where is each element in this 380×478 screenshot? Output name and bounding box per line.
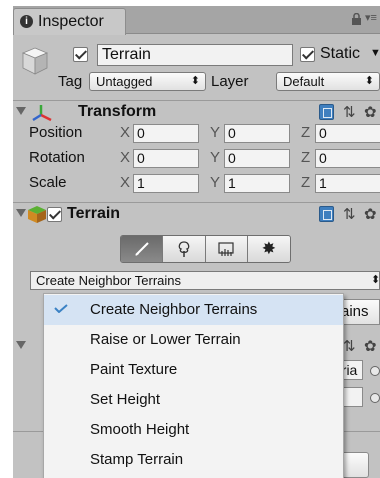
terrain-header[interactable]: Terrain ⇅ ✿ [13,202,380,226]
menu-item-label: Paint Texture [90,361,178,378]
axis-x-label: X [120,174,131,191]
tag-value: Untagged [96,74,153,89]
static-dropdown-icon[interactable]: ▼ [370,47,380,59]
object-picker-icon[interactable] [370,393,380,403]
axis-x-label: X [120,124,131,141]
axis-z-label: Z [301,149,311,166]
menu-item-label: Set Height [90,391,161,408]
foldout-arrow-icon[interactable] [16,209,26,217]
position-y-field[interactable]: 0 [224,124,290,143]
dropdown-arrow-icon: ⬍ [371,274,380,286]
menu-item[interactable]: Stamp Terrain [44,445,343,475]
field-value: 0 [319,150,327,166]
rotation-label: Rotation [29,149,85,166]
gameobject-cube-icon [21,47,49,75]
tool-details-button[interactable] [205,236,248,262]
transform-header[interactable]: Transform ⇅ ✿ [13,100,380,124]
scale-z-field[interactable]: 1 [315,174,380,193]
foldout-arrow-icon[interactable] [16,341,26,349]
tool-settings-button[interactable]: ✸ [247,236,290,262]
tab-inspector[interactable]: i Inspector [13,8,126,35]
layer-label: Layer [211,73,249,90]
menu-item-label: Raise or Lower Terrain [90,331,241,348]
axis-z-label: Z [301,124,311,141]
check-icon [54,304,68,313]
menu-item[interactable]: Create Neighbor Terrains [44,295,343,325]
menu-item[interactable]: Smooth Height [44,415,343,445]
menu-item-label: Smooth Height [90,421,190,438]
object-picker-icon[interactable] [370,366,380,376]
field-value: 1 [137,175,145,191]
lock-icon[interactable] [351,13,362,25]
dropdown-arrow-icon: ⬍ [364,75,374,87]
gear-icon[interactable]: ✿ [364,337,377,355]
axis-y-label: Y [210,149,221,166]
tag-label: Tag [58,73,83,90]
tree-icon [178,241,190,257]
info-icon: i [20,15,33,28]
tab-menu-icon[interactable]: ▾≡ [365,11,377,24]
rotation-x-field[interactable]: 0 [133,149,199,168]
gear-icon[interactable]: ✿ [364,103,377,121]
detail-grass-icon [218,242,234,256]
static-label: Static [320,45,361,62]
tool-paint-button[interactable] [121,236,164,262]
settings-gear-icon: ✸ [261,239,276,258]
axis-y-label: Y [210,174,221,191]
field-value: 0 [228,125,236,141]
terrain-mode-menu: Create Neighbor Terrains Raise or Lower … [43,293,344,478]
terrain-title: Terrain [67,205,121,222]
position-label: Position [29,124,83,141]
gear-icon[interactable]: ✿ [364,205,377,223]
transform-title: Transform [78,103,157,120]
field-value: 0 [137,150,145,166]
terrain-mode-select[interactable]: Create Neighbor Terrains ⬍ [30,271,380,290]
tab-label: Inspector [38,13,104,30]
tool-trees-button[interactable] [163,236,206,262]
object-name-field[interactable]: Terrain [97,44,293,66]
field-value: 0 [137,125,145,141]
axis-x-label: X [120,149,131,166]
scale-x-field[interactable]: 1 [133,174,199,193]
menu-item-label: Stamp Terrain [90,451,184,468]
axis-y-label: Y [210,124,221,141]
field-value: 0 [228,150,236,166]
object-name-value: Terrain [102,46,151,63]
preset-icon[interactable]: ⇅ [343,205,356,223]
terrain-mode-value: Create Neighbor Terrains [36,273,181,288]
menu-item-label: Create Neighbor Terrains [90,301,258,318]
field-value: 0 [319,125,327,141]
field-value: 1 [228,175,236,191]
terrain-enabled-checkbox[interactable] [47,207,62,222]
static-checkbox[interactable] [300,47,315,62]
tab-bar: i Inspector ▾≡ [13,6,380,35]
paint-brush-icon [134,242,149,256]
foldout-arrow-icon[interactable] [16,107,26,115]
tag-dropdown[interactable]: Untagged ⬍ [89,72,206,91]
position-z-field[interactable]: 0 [315,124,380,143]
field-value: 1 [319,175,327,191]
menu-item[interactable]: Paint Texture [44,355,343,385]
terrain-component-icon [28,206,46,223]
axis-z-label: Z [301,174,311,191]
menu-item[interactable]: Set Height [44,385,343,415]
preset-icon[interactable]: ⇅ [343,337,356,355]
rotation-z-field[interactable]: 0 [315,149,380,168]
menu-item[interactable]: Raise or Lower Terrain [44,325,343,355]
help-book-icon[interactable] [319,104,334,120]
terrain-tool-bar: ✸ [120,235,291,263]
scale-y-field[interactable]: 1 [224,174,290,193]
inspector-panel: i Inspector ▾≡ Terrain Static ▼ Tag Unta… [13,6,380,478]
scale-label: Scale [29,174,67,191]
transform-axes-icon [32,105,52,122]
dropdown-arrow-icon: ⬍ [190,75,200,87]
layer-value: Default [283,74,325,89]
position-x-field[interactable]: 0 [133,124,199,143]
layer-dropdown[interactable]: Default ⬍ [276,72,380,91]
active-checkbox[interactable] [73,47,88,62]
preset-icon[interactable]: ⇅ [343,103,356,121]
rotation-y-field[interactable]: 0 [224,149,290,168]
help-book-icon[interactable] [319,206,334,222]
